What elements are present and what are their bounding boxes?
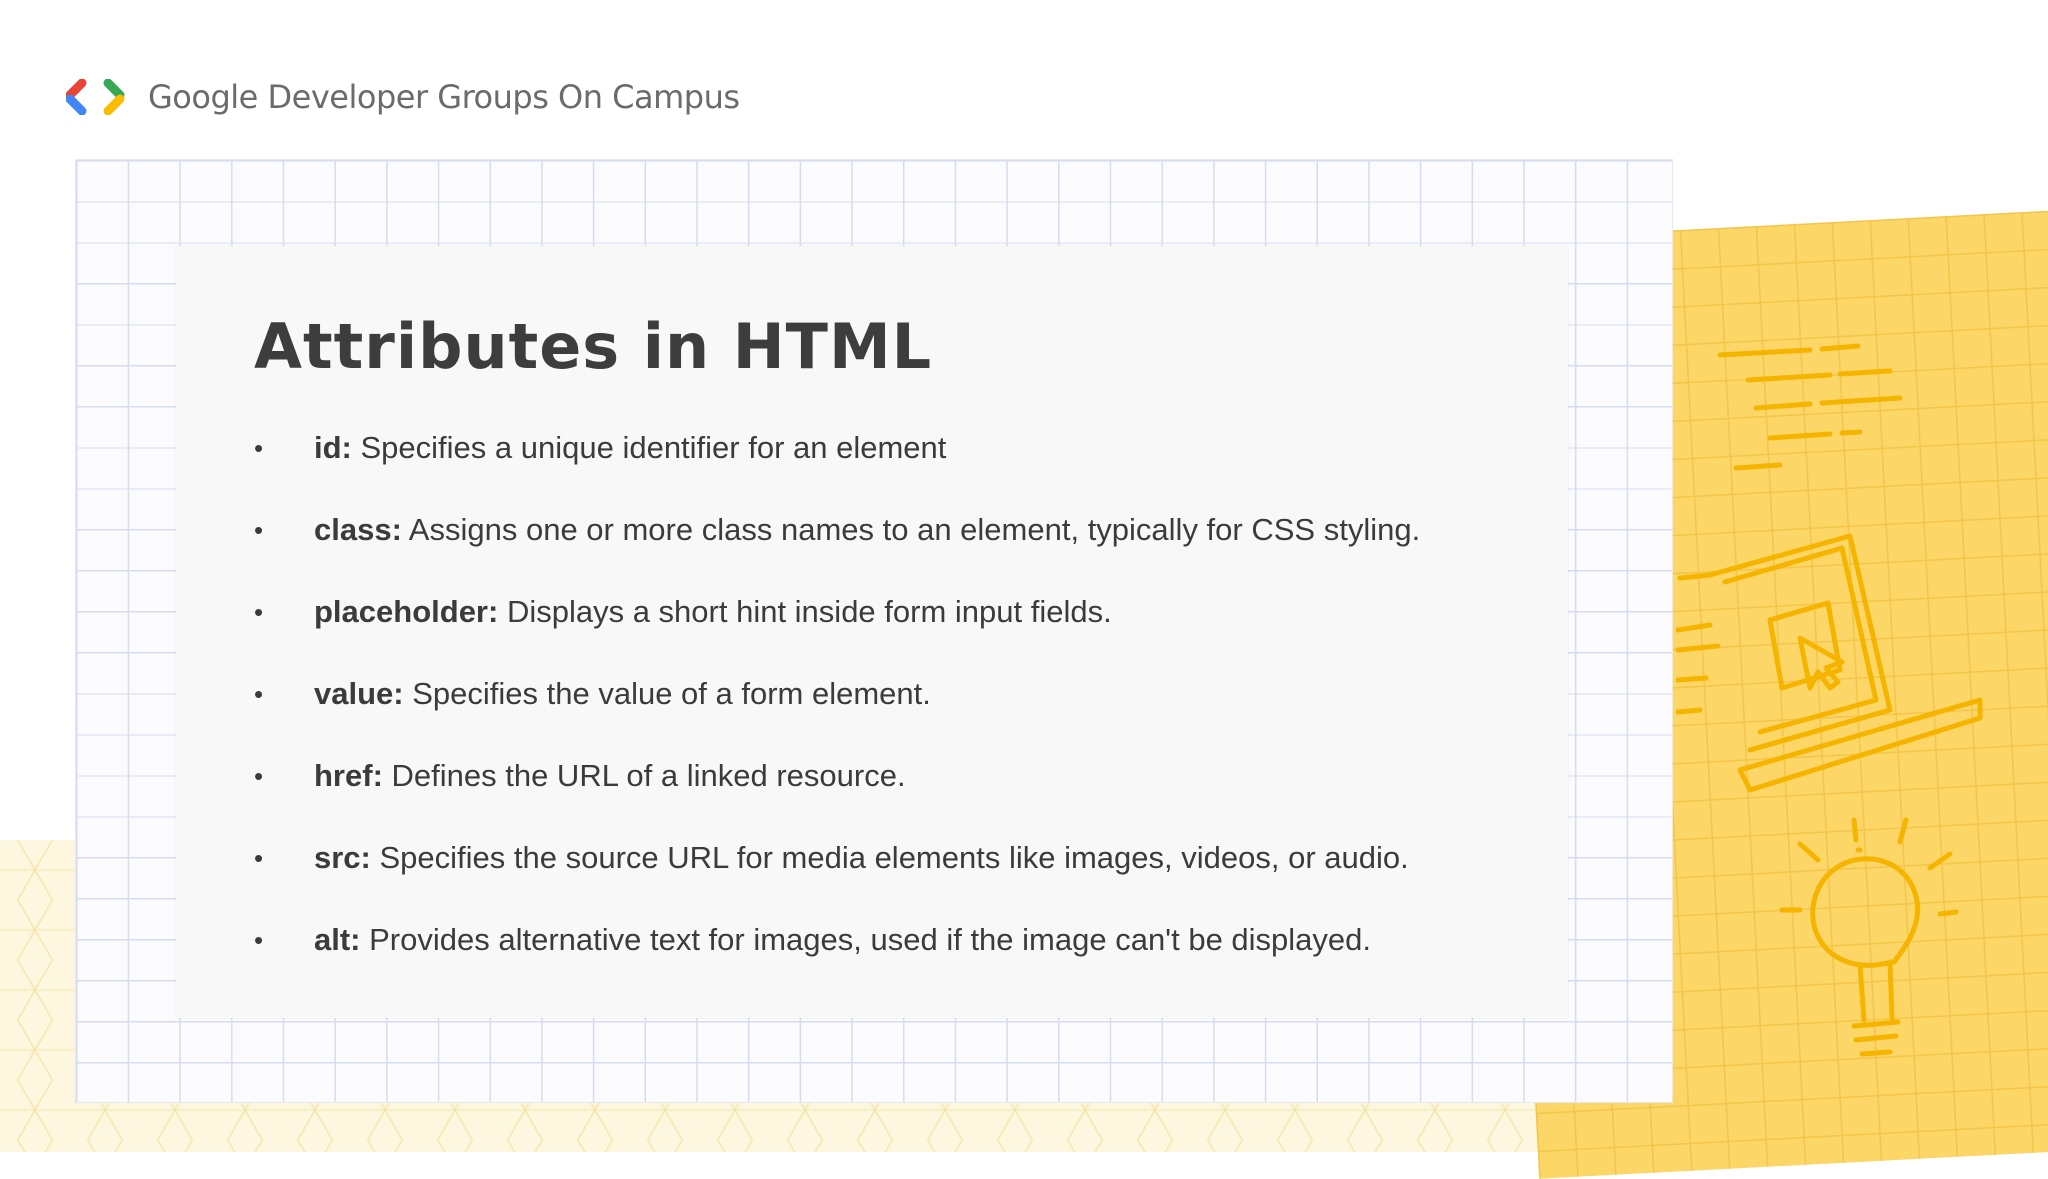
text-lines-doodle-icon	[1717, 343, 1903, 471]
attribute-description: Provides alternative text for images, us…	[360, 922, 1372, 957]
bullet-icon: •	[254, 515, 264, 545]
bullet-icon: •	[254, 597, 264, 627]
attribute-description: Defines the URL of a linked resource.	[382, 758, 906, 793]
list-item-value: • value: Specifies the value of a form e…	[254, 674, 1420, 756]
attribute-term: placeholder:	[314, 594, 499, 629]
brand-name: Google Developer Groups On Campus	[148, 78, 740, 116]
laptop-cursor-doodle-icon	[1675, 533, 1983, 793]
slide-content-card: Attributes in HTML • id: Specifies a uni…	[176, 246, 1568, 1018]
attribute-description: Specifies the source URL for media eleme…	[370, 840, 1409, 875]
attribute-term: src:	[314, 840, 371, 875]
slide-title: Attributes in HTML	[254, 310, 933, 383]
attribute-description: Specifies a unique identifier for an ele…	[351, 430, 947, 465]
attribute-term: value:	[314, 676, 404, 711]
attribute-term: class:	[314, 512, 402, 547]
bullet-icon: •	[254, 679, 264, 709]
lightbulb-doodle-icon	[1779, 817, 1959, 1057]
attribute-term: alt:	[314, 922, 361, 957]
bullet-icon: •	[254, 925, 264, 955]
list-item-href: • href: Defines the URL of a linked reso…	[254, 756, 1420, 838]
attribute-term: href:	[314, 758, 383, 793]
list-item-alt: • alt: Provides alternative text for ima…	[254, 920, 1420, 1002]
attribute-description: Assigns one or more class names to an el…	[401, 512, 1421, 547]
attribute-list: • id: Specifies a unique identifier for …	[254, 428, 1420, 1002]
list-item-class: • class: Assigns one or more class names…	[254, 510, 1420, 592]
bullet-icon: •	[254, 843, 264, 873]
bullet-icon: •	[254, 433, 264, 463]
gdg-chevrons-icon	[66, 79, 125, 115]
attribute-term: id:	[314, 430, 352, 465]
brand-logo: Google Developer Groups On Campus	[66, 78, 740, 116]
bullet-icon: •	[254, 761, 264, 791]
attribute-description: Specifies the value of a form element.	[403, 676, 931, 711]
list-item-src: • src: Specifies the source URL for medi…	[254, 838, 1420, 920]
list-item-id: • id: Specifies a unique identifier for …	[254, 428, 1420, 510]
list-item-placeholder: • placeholder: Displays a short hint ins…	[254, 592, 1420, 674]
attribute-description: Displays a short hint inside form input …	[498, 594, 1112, 629]
